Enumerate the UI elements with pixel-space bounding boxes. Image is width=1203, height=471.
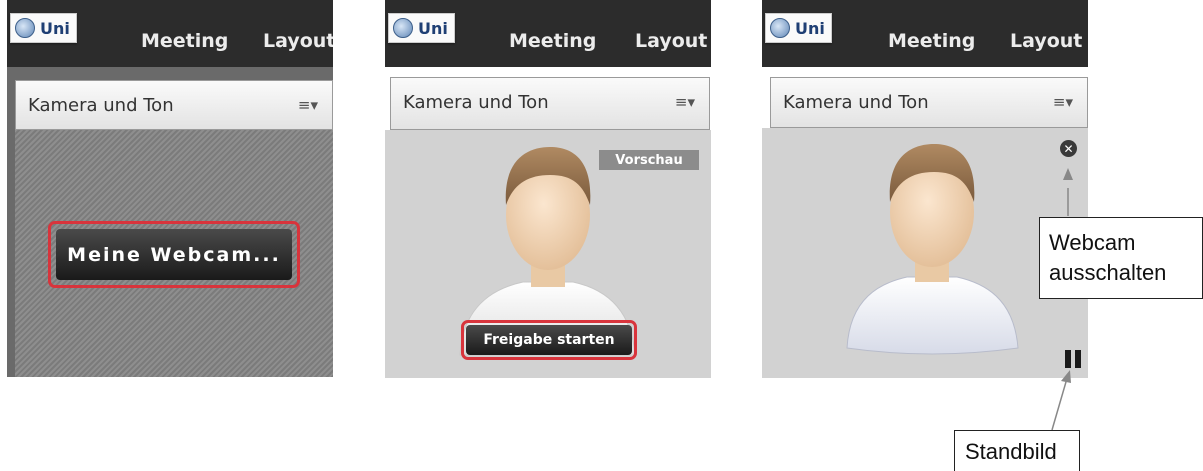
panel-webcam-start: Uni Meeting Layout Kamera und Ton ≡▾ Mei… — [7, 0, 333, 380]
menu-layout[interactable]: Layout — [263, 30, 333, 52]
panel-webcam-live: Uni Meeting Layout Kamera und Ton ≡▾ ✕ W… — [762, 0, 1203, 471]
pod-title: Kamera und Ton — [28, 95, 174, 116]
pause-icon[interactable] — [1065, 350, 1082, 368]
uni-logo[interactable]: Uni — [10, 13, 77, 43]
callout-webcam-off: Webcam ausschalten — [1039, 217, 1203, 299]
callout-webcam-off-line1: Webcam — [1049, 230, 1136, 255]
my-webcam-button-label: Meine Webcam... — [67, 243, 281, 266]
callout-freeze-frame: Standbild — [954, 430, 1080, 471]
pod-options-menu-icon[interactable]: ≡▾ — [298, 96, 318, 114]
start-sharing-button[interactable]: Freigabe starten — [466, 325, 632, 355]
panel-webcam-preview: Uni Meeting Layout Kamera und Ton ≡▾ Vor… — [385, 0, 711, 380]
logo-label: Uni — [40, 18, 70, 38]
menu-meeting[interactable]: Meeting — [141, 30, 228, 52]
start-sharing-button-label: Freigabe starten — [483, 332, 615, 348]
callout-freeze-frame-label: Standbild — [965, 439, 1057, 464]
my-webcam-button[interactable]: Meine Webcam... — [56, 229, 292, 280]
top-menubar: Uni Meeting Layout — [7, 0, 333, 67]
pod-header: Kamera und Ton ≡▾ — [15, 80, 333, 130]
callout-webcam-off-line2: ausschalten — [1049, 260, 1167, 285]
globe-icon — [15, 18, 35, 38]
close-circle-icon[interactable]: ✕ — [1060, 140, 1077, 157]
